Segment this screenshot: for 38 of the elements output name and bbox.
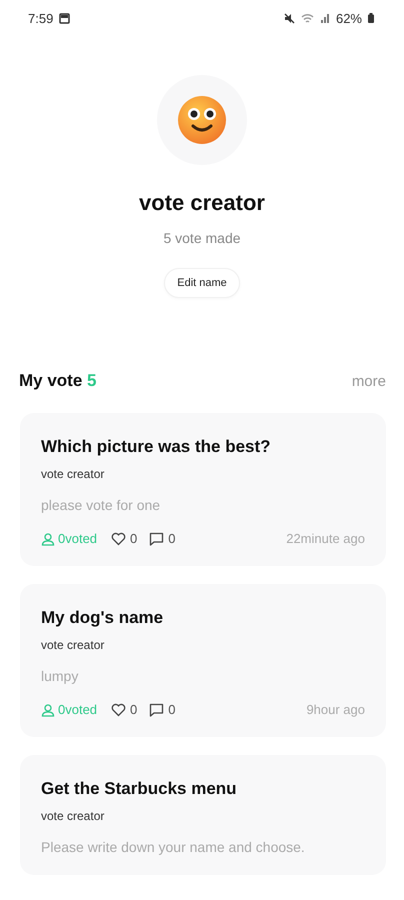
heart-icon[interactable] [111,702,126,716]
vote-card[interactable]: Get the Starbucks menu vote creator Please write down your name and choose. [20,755,386,875]
vote-card[interactable]: My dog's name vote creator lumpy 0voted 0 0 9hour ago [20,584,386,737]
vote-description: please vote for one [41,497,162,513]
comment-count: 0 [168,531,176,546]
wifi-icon [300,12,314,24]
edit-name-button[interactable]: Edit name [164,268,240,298]
mute-icon [284,12,295,24]
comment-count: 0 [168,702,176,717]
vote-time: 9hour ago [306,702,365,717]
status-time: 7:59 [28,10,54,26]
vote-title: Get the Starbucks menu [41,779,238,799]
battery-icon [368,13,374,23]
voted-count: 0voted [58,531,98,546]
comment-icon[interactable] [149,532,164,546]
vote-description: Please write down your name and choose. [41,839,306,855]
signal-icon [320,12,330,24]
heart-icon[interactable] [111,532,126,546]
like-count: 0 [130,702,138,717]
comment-icon[interactable] [149,702,164,716]
person-icon [41,532,55,546]
section-title: My vote 5 [19,371,96,391]
vote-description: lumpy [41,668,80,684]
vote-count-text: 5 vote made [163,230,241,246]
gallery-icon [59,12,70,24]
vote-author: vote creator [41,467,106,481]
voted-count: 0voted [58,702,98,717]
person-icon [41,702,55,716]
vote-title: My dog's name [41,608,164,628]
battery-percent: 62% [336,10,362,26]
like-count: 0 [130,531,138,546]
vote-title: Which picture was the best? [41,437,272,457]
vote-author: vote creator [41,638,106,652]
vote-time: 22minute ago [286,531,365,546]
vote-card[interactable]: Which picture was the best? vote creator please vote for one 0voted 0 0 22minute ago [20,413,386,566]
smiley-face-icon [177,95,227,145]
profile-name: vote creator [139,190,265,216]
vote-author: vote creator [41,809,106,823]
